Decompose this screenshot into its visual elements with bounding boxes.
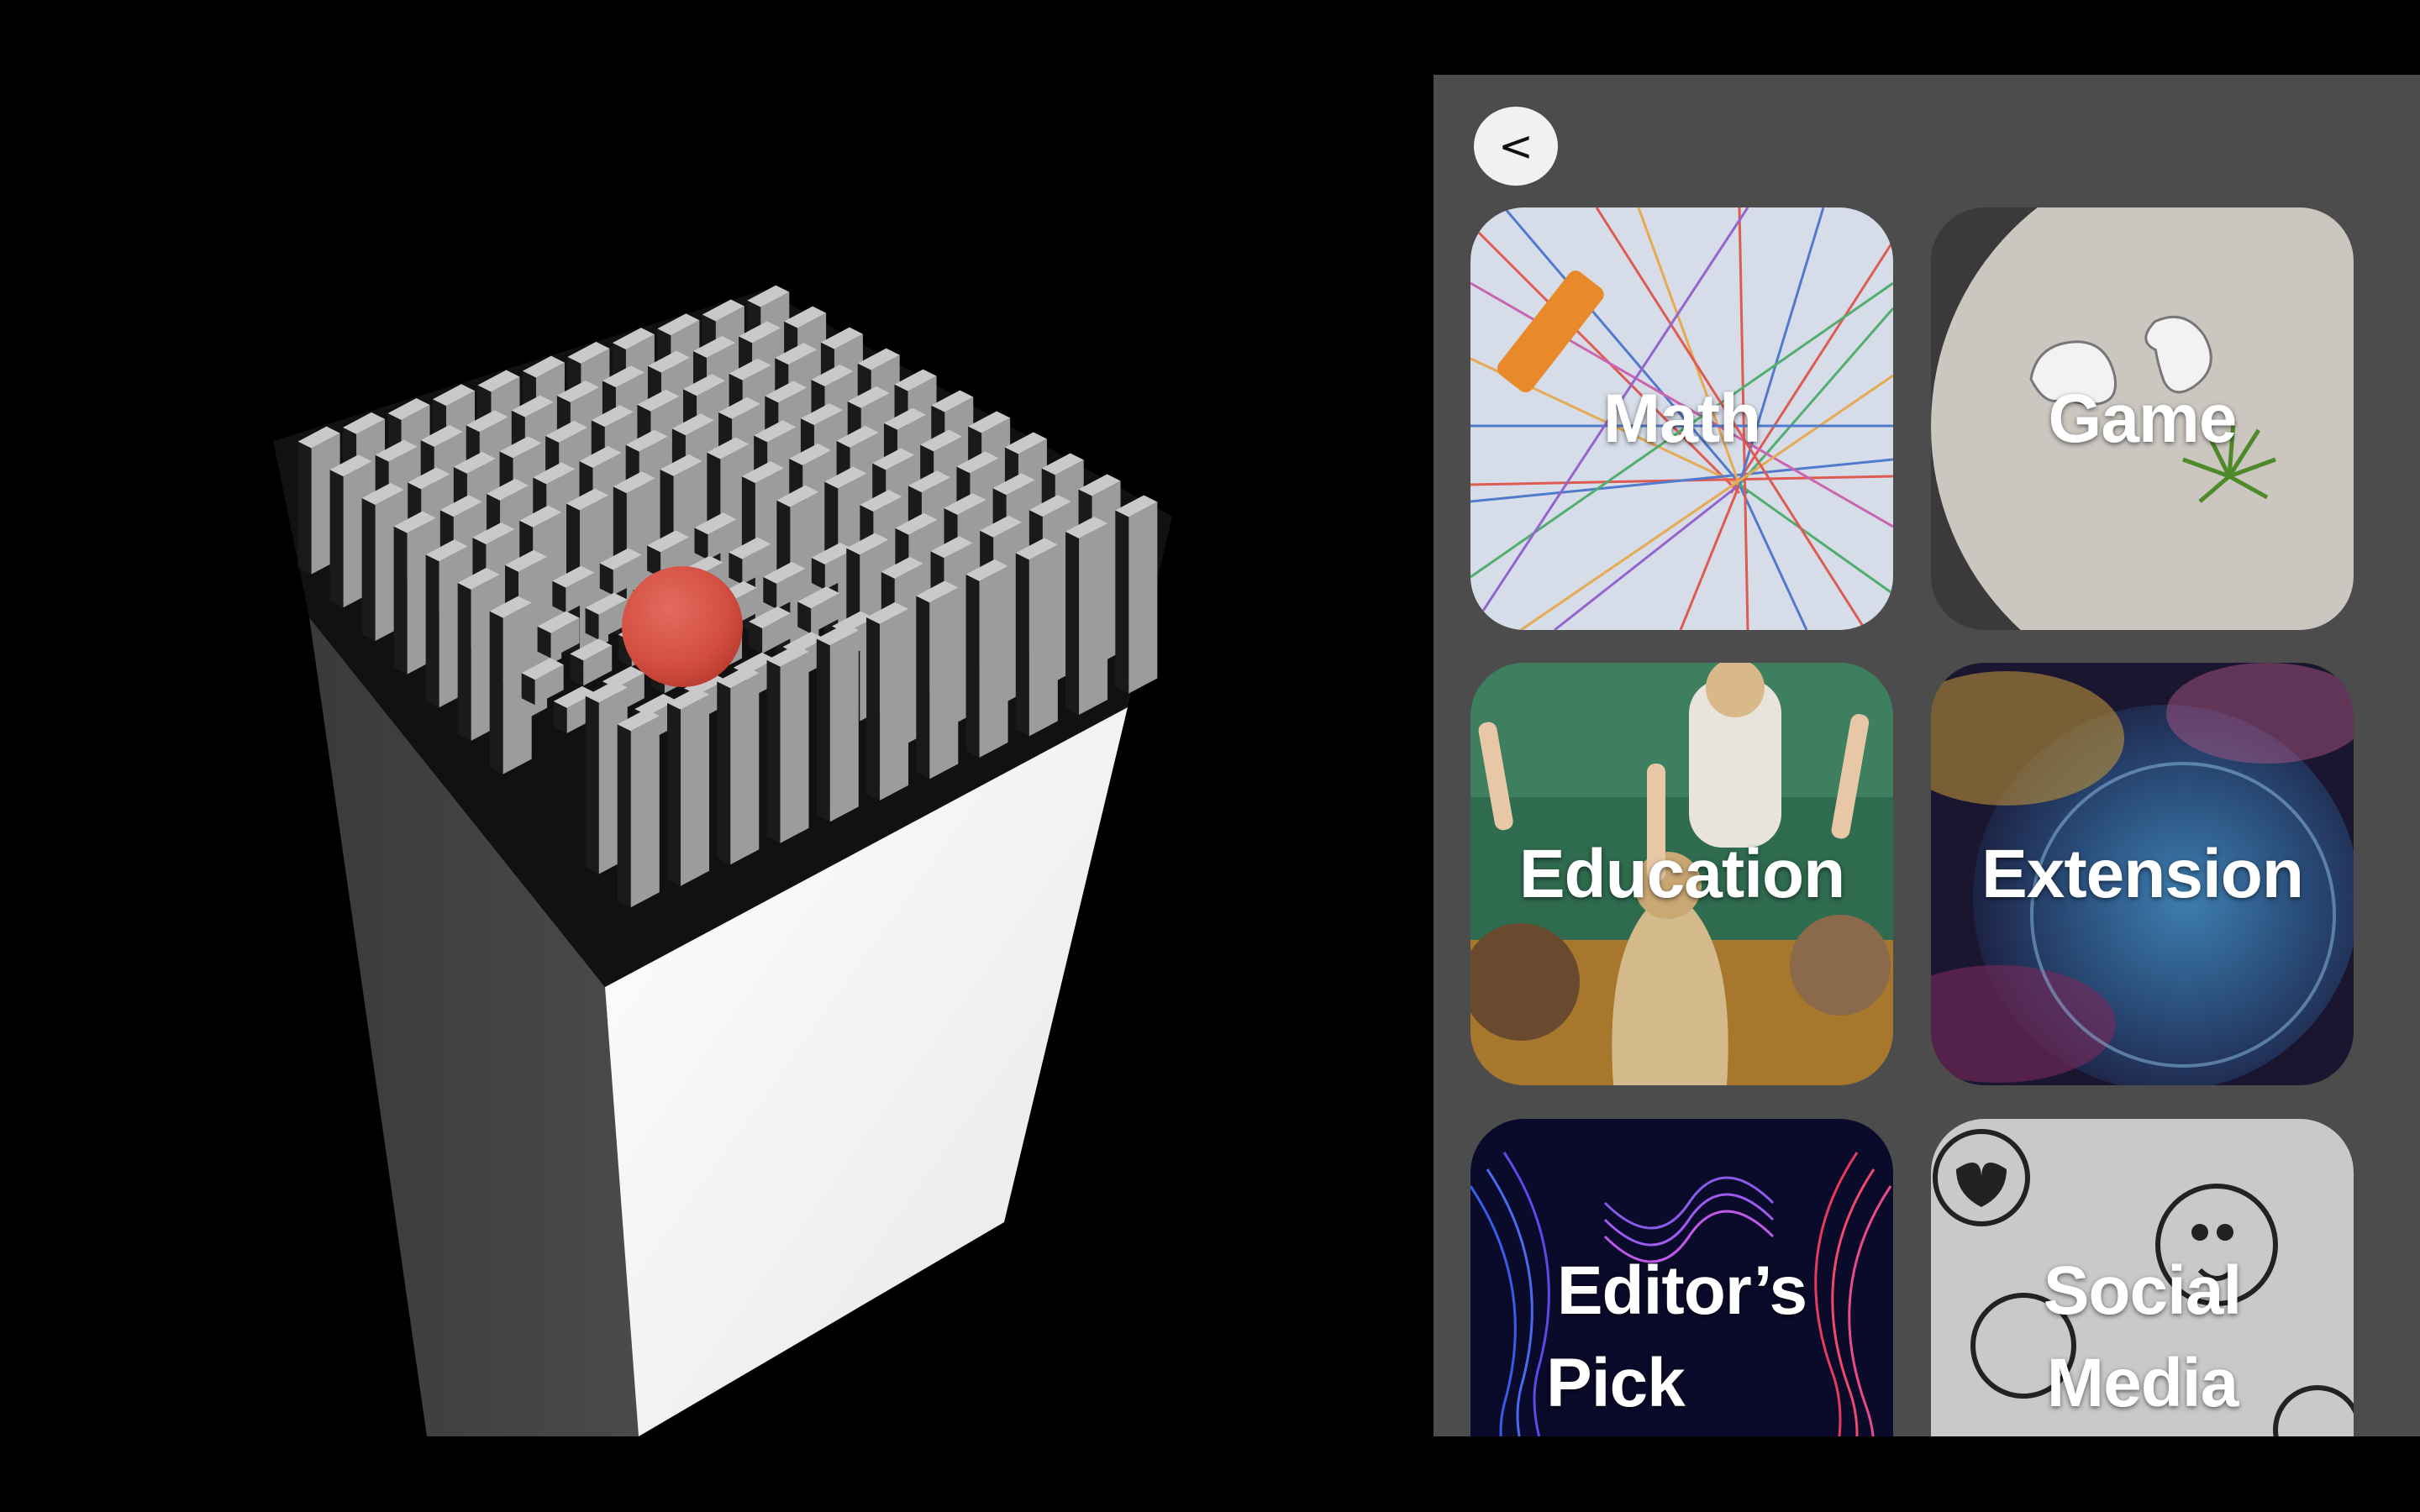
tile-label-line1: Social [2043,1252,2243,1329]
pillar-side [1028,544,1058,737]
pillar-side [630,716,660,908]
pillar-shadow [457,582,471,741]
pillar-shadow [425,554,439,708]
pillar-side [979,565,1008,758]
pillar-side [730,673,760,865]
pillar-shadow [617,724,631,908]
tile-social-media[interactable]: Social Media [1931,1119,2354,1436]
tile-education[interactable]: Education [1470,663,1893,1085]
pillar-shadow [329,470,344,608]
tile-label-line1: Editor’s [1556,1252,1807,1329]
pillar-shadow [489,611,503,774]
pillar-side [880,608,909,801]
tile-label: Editor’s Pick [1470,1245,1893,1430]
tile-label: Extension [1981,835,2304,912]
tile-math[interactable]: Math [1470,207,1893,630]
pillar-shadow [393,526,408,675]
pillar-shadow [1015,553,1029,737]
tile-label-line2: Media [2046,1345,2238,1421]
pillar-side [929,587,959,780]
category-panel: < Math Game Education Extension Editor’s… [1434,75,2420,1436]
tile-label: Math [1602,380,1761,457]
tile-label: Game [2048,380,2238,457]
tile-editors-pick[interactable]: Editor’s Pick [1470,1119,1893,1436]
pillar-shadow [916,596,930,780]
pillar-side [1079,522,1108,715]
pillar-shadow [667,702,681,886]
pillar-shadow [1115,510,1129,694]
pillar-shadow [965,574,980,758]
pillar-shadow [1065,531,1080,715]
pillar-shadow [297,441,312,575]
app-window: < Math Game Education Extension Editor’s… [0,0,2420,1512]
back-button[interactable]: < [1474,107,1558,186]
tile-game[interactable]: Game [1931,207,2354,630]
ball [622,566,743,687]
pillar-side [829,630,859,822]
pillar-shadow [585,696,599,874]
tile-label: Social Media [1931,1245,2354,1430]
pillar-shadow [766,659,781,843]
pillar-side [681,694,710,886]
pillar-shadow [717,681,731,865]
pillar-side [780,651,809,843]
pillar-shadow [866,617,881,801]
pillar-side [1128,501,1158,694]
cube-maze-scene[interactable] [0,0,1428,1436]
tile-label: Education [1518,835,1845,912]
pillar-shadow [361,497,376,641]
tile-label-line2: Pick [1546,1345,1686,1421]
pillar-shadow [816,638,830,822]
tile-extension[interactable]: Extension [1931,663,2354,1085]
